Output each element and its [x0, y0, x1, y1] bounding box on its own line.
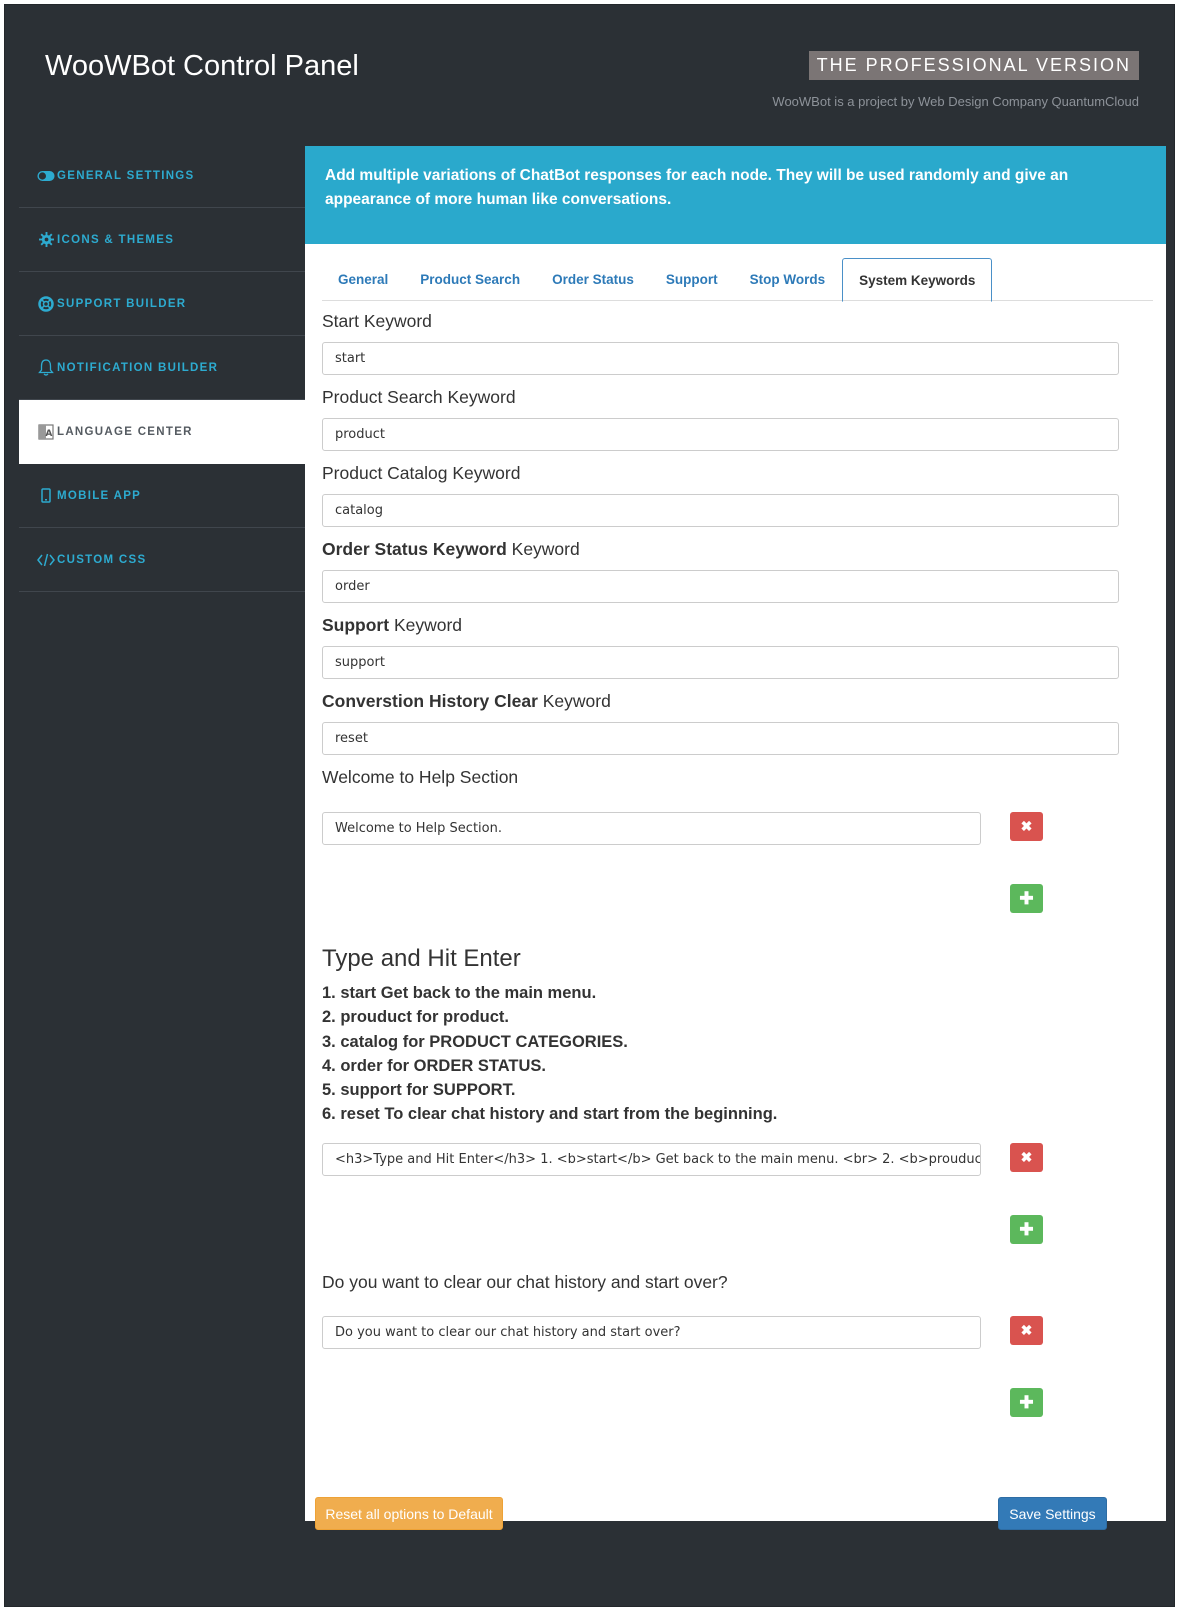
sidebar-item-label: NOTIFICATION BUILDER [57, 361, 219, 374]
svg-text:A: A [45, 429, 53, 439]
save-settings-button[interactable]: Save Settings [998, 1497, 1107, 1530]
delete-clear-history-button[interactable]: ✖ [1010, 1316, 1043, 1345]
help-heading: Type and Hit Enter [322, 945, 521, 972]
tab-stop-words[interactable]: Stop Words [734, 258, 842, 301]
welcome-help-input[interactable]: Welcome to Help Section. [322, 812, 981, 845]
sidebar-item-support-builder[interactable]: SUPPORT BUILDER [19, 272, 305, 336]
sidebar-item-label: LANGUAGE CENTER [57, 425, 193, 438]
gear-icon [37, 231, 55, 249]
sidebar: GENERAL SETTINGS ICONS & THEMES SUPPORT … [19, 144, 305, 592]
toggle-icon [37, 167, 55, 185]
sidebar-item-label: MOBILE APP [57, 489, 142, 502]
sidebar-item-label: ICONS & THEMES [57, 233, 175, 246]
add-welcome-button[interactable]: ✚ [1010, 884, 1043, 913]
sidebar-item-label: SUPPORT BUILDER [57, 297, 187, 310]
header-subtitle: WooWBot is a project by Web Design Compa… [772, 94, 1139, 109]
help-line: 3. catalog for PRODUCT CATEGORIES. [322, 1032, 628, 1051]
delete-welcome-button[interactable]: ✖ [1010, 812, 1043, 841]
help-line: 6. reset To clear chat history and start… [322, 1105, 778, 1124]
product-search-keyword-label: Product Search Keyword [322, 387, 516, 407]
tab-general[interactable]: General [322, 258, 404, 301]
tab-system-keywords[interactable]: System Keywords [842, 258, 993, 302]
tab-product-search[interactable]: Product Search [404, 258, 536, 301]
control-panel-frame: WooWBot Control Panel THE PROFESSIONAL V… [4, 4, 1175, 1607]
help-line: 2. prouduct for product. [322, 1008, 509, 1027]
help-list: 1. start Get back to the main menu. 2. p… [322, 981, 777, 1127]
product-catalog-keyword-input[interactable]: catalog [322, 494, 1119, 527]
language-icon: A [37, 423, 55, 441]
order-status-keyword-label: Order Status Keyword Keyword [322, 539, 580, 559]
add-clear-history-button[interactable]: ✚ [1010, 1388, 1043, 1417]
sidebar-item-label: CUSTOM CSS [57, 553, 147, 566]
delete-help-button[interactable]: ✖ [1010, 1143, 1043, 1172]
clear-history-input[interactable]: Do you want to clear our chat history an… [322, 1316, 981, 1349]
help-line: 1. start Get back to the main menu. [322, 984, 597, 1002]
order-status-keyword-input[interactable]: order [322, 570, 1119, 603]
sidebar-item-notification-builder[interactable]: NOTIFICATION BUILDER [19, 336, 305, 400]
pro-version-badge[interactable]: THE PROFESSIONAL VERSION [808, 51, 1139, 80]
sidebar-item-icons-themes[interactable]: ICONS & THEMES [19, 208, 305, 272]
product-catalog-keyword-label: Product Catalog Keyword [322, 463, 521, 483]
start-keyword-input[interactable]: start [322, 342, 1119, 375]
sidebar-item-label: GENERAL SETTINGS [57, 169, 195, 182]
history-clear-keyword-input[interactable]: reset [322, 722, 1119, 755]
mobile-icon [37, 487, 55, 505]
main-panel: Add multiple variations of ChatBot respo… [305, 146, 1166, 1521]
support-keyword-label: Support Keyword [322, 615, 463, 635]
sidebar-item-custom-css[interactable]: CUSTOM CSS [19, 528, 305, 592]
lifebuoy-icon [37, 295, 55, 313]
start-keyword-label: Start Keyword [322, 311, 432, 331]
welcome-help-label: Welcome to Help Section [322, 767, 519, 787]
add-help-button[interactable]: ✚ [1010, 1215, 1043, 1244]
tab-support[interactable]: Support [650, 258, 734, 301]
help-line: 4. order for ORDER STATUS. [322, 1056, 546, 1075]
sidebar-item-mobile-app[interactable]: MOBILE APP [19, 464, 305, 528]
page-title: WooWBot Control Panel [45, 50, 359, 82]
sidebar-item-language-center[interactable]: A LANGUAGE CENTER [19, 400, 305, 464]
product-search-keyword-input[interactable]: product [322, 418, 1119, 451]
history-clear-keyword-label: Converstion History Clear Keyword [322, 691, 611, 711]
support-keyword-input[interactable]: support [322, 646, 1119, 679]
tab-order-status[interactable]: Order Status [536, 258, 650, 301]
info-banner: Add multiple variations of ChatBot respo… [305, 146, 1166, 244]
clear-history-label: Do you want to clear our chat history an… [322, 1272, 728, 1292]
code-icon [37, 551, 55, 569]
help-text-input[interactable]: <h3>Type and Hit Enter</h3> 1. <b>start<… [322, 1143, 981, 1176]
sidebar-item-general-settings[interactable]: GENERAL SETTINGS [19, 144, 305, 208]
bell-icon [37, 359, 55, 377]
reset-defaults-button[interactable]: Reset all options to Default [315, 1497, 503, 1530]
tab-bar: General Product Search Order Status Supp… [322, 258, 1153, 302]
help-line: 5. support for SUPPORT. [322, 1081, 516, 1100]
